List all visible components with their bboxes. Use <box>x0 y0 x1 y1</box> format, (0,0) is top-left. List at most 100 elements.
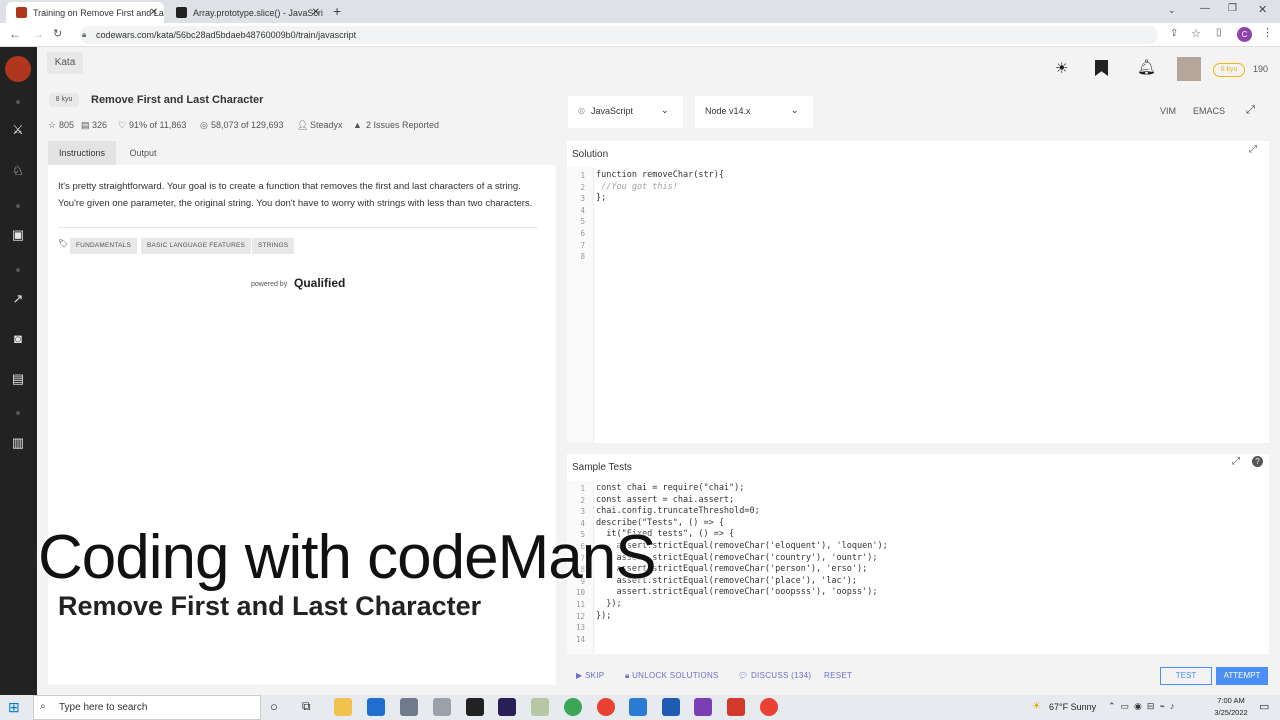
profile-avatar[interactable]: C <box>1237 27 1252 42</box>
unlock-solutions-button[interactable]: 🔒︎ UNLOCK SOLUTIONS <box>625 668 719 684</box>
nav-dot-icon <box>16 268 20 272</box>
obs-icon[interactable] <box>466 698 484 716</box>
briefcase-icon[interactable]: ▣ <box>9 227 27 243</box>
code-line: assert.strictEqual(removeChar('place'), … <box>596 575 857 586</box>
fullscreen-icon[interactable]: ⤢ <box>1246 104 1255 117</box>
codewars-top-nav: Kata ☀ 🔔︎ 6 kyu 190 <box>37 47 1280 87</box>
solution-editor[interactable]: function removeChar(str){ //You got this… <box>596 170 1266 440</box>
minimize-window-icon[interactable]: — <box>1200 3 1210 14</box>
windows-start-icon[interactable]: ⊞ <box>8 699 20 716</box>
chrome-icon[interactable] <box>597 698 615 716</box>
kata-tab[interactable]: Kata <box>47 52 83 74</box>
test-button[interactable]: TEST <box>1160 667 1212 685</box>
javascript-icon: ◎ <box>578 106 585 115</box>
weather-text[interactable]: 67°F Sunny <box>1049 702 1096 712</box>
code-line: }); <box>596 598 622 609</box>
file-explorer-icon[interactable] <box>334 698 352 716</box>
app-icon[interactable] <box>629 698 647 716</box>
code-line: const assert = chai.assert; <box>596 494 735 505</box>
codewars-logo-icon[interactable] <box>5 56 31 82</box>
discuss-icon: 💬︎ <box>738 671 751 680</box>
browser-tab-codewars[interactable]: Training on Remove First and La ✕ <box>6 2 164 23</box>
visual-studio-icon[interactable] <box>694 698 712 716</box>
tab-output[interactable]: Output <box>116 141 170 165</box>
forward-icon[interactable]: → <box>32 27 44 41</box>
chat-icon[interactable]: ▤ <box>9 371 27 387</box>
task-view-icon[interactable]: ⧉ <box>302 699 311 714</box>
back-icon[interactable]: ← <box>9 27 21 41</box>
mail-icon[interactable] <box>367 698 385 716</box>
code-line: }); <box>596 610 612 621</box>
word-icon[interactable] <box>662 698 680 716</box>
chrome-icon[interactable] <box>564 698 582 716</box>
star-icon[interactable]: ☆ <box>48 120 56 131</box>
expand-icon[interactable]: ⤢ <box>1249 144 1257 155</box>
reset-button[interactable]: RESET <box>824 668 852 684</box>
close-tab-icon[interactable]: ✕ <box>150 7 158 18</box>
discuss-button[interactable]: 💬︎ DISCUSS (134) <box>738 668 811 684</box>
app-icon[interactable] <box>433 698 451 716</box>
app-icon[interactable] <box>727 698 745 716</box>
codewars-sidebar: ⚔ ♘ ▣ ↗ ◙ ▤ ▥ <box>0 47 37 695</box>
premiere-icon[interactable] <box>498 698 516 716</box>
bookmark-icon[interactable] <box>1095 60 1108 76</box>
cortana-icon[interactable]: ○ <box>270 699 278 714</box>
expand-icon[interactable]: ⤢ <box>1232 456 1240 467</box>
satisfaction-icon: ♡ <box>118 120 127 130</box>
taskbar-search-box[interactable]: ⌕ Type here to search <box>33 695 261 720</box>
code-line: assert.strictEqual(removeChar('ooopsss')… <box>596 587 878 598</box>
code-line: assert.strictEqual(removeChar('country')… <box>596 552 878 563</box>
code-line: it("Fixed tests", () => { <box>596 529 735 540</box>
close-window-icon[interactable]: ✕ <box>1258 3 1267 16</box>
camera-icon[interactable] <box>400 698 418 716</box>
skip-button[interactable]: ▶ SKIP <box>576 668 604 684</box>
collection-icon[interactable]: ▤ <box>81 120 90 131</box>
nav-dot-icon <box>16 411 20 415</box>
reload-icon[interactable]: ↻ <box>53 27 62 40</box>
system-tray-icons[interactable]: ⌃▭◉⊟⌁♪ <box>1108 701 1179 712</box>
notifications-bell-icon[interactable]: 🔔︎ <box>1137 58 1156 76</box>
code-line: function removeChar(str){ <box>596 170 724 180</box>
clock-time[interactable]: 7:00 AM <box>1208 696 1254 705</box>
attempt-button[interactable]: ATTEMPT <box>1216 667 1268 685</box>
close-tab-icon[interactable]: ✕ <box>312 7 320 18</box>
emacs-mode-button[interactable]: EMACS <box>1193 106 1225 116</box>
user-avatar[interactable] <box>1177 57 1201 81</box>
browser-tab-mdn[interactable]: Array.prototype.slice() - JavaScri ✕ <box>166 2 326 23</box>
windows-taskbar: ⊞ ⌕ Type here to search ○ ⧉ ☀ 67°F Sunny… <box>0 695 1280 720</box>
qualified-logo[interactable]: Qualified <box>294 276 345 290</box>
training-icon[interactable]: ⚔ <box>9 122 27 138</box>
discord-icon[interactable]: ◙ <box>9 331 27 346</box>
app-icon[interactable] <box>531 698 549 716</box>
browser-tab-bar: Training on Remove First and La ✕ Array.… <box>0 0 1280 23</box>
tab-search-icon[interactable]: ⌄ <box>1168 5 1176 16</box>
url-input[interactable]: 🔒︎ codewars.com/kata/56bc28ad5bdaeb487600… <box>80 26 1158 44</box>
notification-center-icon[interactable]: ▭ <box>1259 700 1269 713</box>
chevron-down-icon: ⌄ <box>661 105 669 115</box>
clock-date[interactable]: 3/25/2022 <box>1206 708 1256 717</box>
language-select[interactable]: ◎ JavaScript ⌄ <box>568 96 683 128</box>
docs-book-icon[interactable]: ▥ <box>9 435 27 451</box>
maximize-window-icon[interactable]: ❐ <box>1228 3 1237 14</box>
tests-editor[interactable]: const chai = require("chai"); const asse… <box>596 483 1266 651</box>
tag-fundamentals[interactable]: FUNDAMENTALS <box>70 238 138 254</box>
solution-title: Solution <box>572 149 609 160</box>
side-panel-icon[interactable]: ▯ <box>1216 27 1222 38</box>
chrome-icon[interactable] <box>760 698 778 716</box>
tag-basic-language-features[interactable]: BASIC LANGUAGE FEATURES <box>141 238 252 254</box>
new-tab-button[interactable]: + <box>333 3 341 19</box>
theme-toggle-icon[interactable]: ☀ <box>1055 59 1068 77</box>
share-icon[interactable]: ⇪ <box>1170 28 1178 39</box>
rank-badge: 6 kyu <box>1213 63 1245 77</box>
practice-icon[interactable]: ♘ <box>9 163 27 179</box>
code-line: const chai = require("chai"); <box>596 483 745 493</box>
tag-strings[interactable]: STRINGS <box>252 238 295 254</box>
browser-menu-icon[interactable]: ⋮ <box>1262 26 1273 39</box>
tab-instructions[interactable]: Instructions <box>48 141 116 165</box>
leaderboard-icon[interactable]: ↗ <box>9 291 27 307</box>
help-icon[interactable]: ? <box>1252 456 1263 467</box>
bookmark-star-icon[interactable]: ☆ <box>1191 27 1201 40</box>
vim-mode-button[interactable]: VIM <box>1160 106 1176 116</box>
kata-title: Remove First and Last Character <box>91 94 264 106</box>
runtime-select[interactable]: Node v14.x ⌄ <box>695 96 813 128</box>
